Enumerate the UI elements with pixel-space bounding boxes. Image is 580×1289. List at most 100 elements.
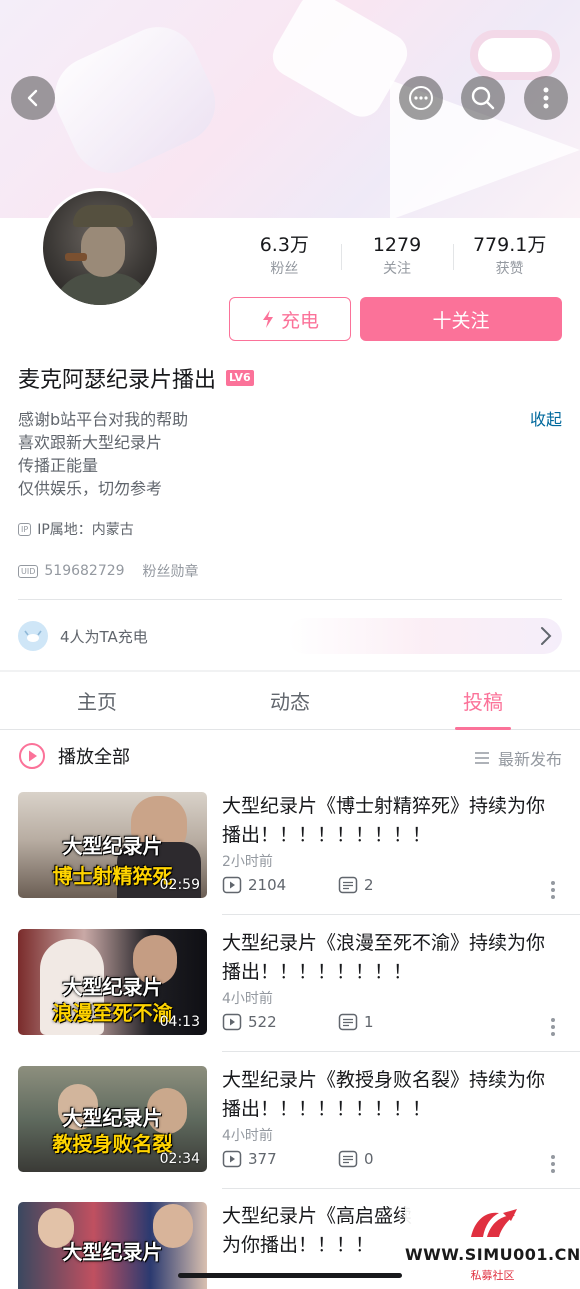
stat-following[interactable]: 1279 关注 [340,232,454,284]
uid-icon: UID [18,564,39,578]
thumbnail-title: 大型纪录片 [62,1240,163,1264]
fan-badge-link[interactable]: 粉丝勋章 [143,561,199,581]
uid-row: UID 519682729 粉丝勋章 [18,561,199,581]
charge-label: 充电 [280,309,319,332]
crab-icon [24,630,42,642]
stat-label: 粉丝 [270,261,299,277]
stat-label: 关注 [383,261,411,277]
video-title[interactable]: 大型纪录片《教授身败名裂》持续为你播出！！！！！！！！！ [222,1066,562,1124]
stat-likes[interactable]: 779.1万 获赞 [453,232,566,284]
comment-icon [338,1013,358,1031]
uid-value[interactable]: 519682729 [44,563,124,579]
bio-line: 喜欢跟新大型纪录片 [18,433,163,452]
video-thumbnail[interactable]: 大型纪录片 博士射精猝死 02:59 [18,792,207,898]
play-all-label: 播放全部 [58,747,130,768]
stat-fans[interactable]: 6.3万 粉丝 [228,232,341,284]
stat-label: 获赞 [495,261,524,277]
more-button[interactable] [524,76,568,120]
supporters-row[interactable]: 4人为TA充电 [18,618,562,654]
bio-line: 传播正能量 [18,456,99,475]
sort-label: 最新发布 [497,750,562,769]
play-circle-icon [19,743,45,769]
ip-icon: IP [18,522,32,536]
video-item[interactable]: 大型纪录片 教授身败名裂 02:34 大型纪录片《教授身败名裂》持续为你播出！！… [0,1066,580,1203]
video-time: 4小时前 [222,1128,273,1144]
profile-tabs: 主页 动态 投稿 [0,672,580,730]
comment-count: 1 [364,1013,374,1031]
divider [222,1051,580,1052]
view-count: 522 [248,1013,277,1031]
thumbnail-title: 大型纪录片 [62,834,163,858]
search-icon [471,86,495,110]
view-count: 2104 [248,876,287,894]
comment-count: 0 [364,1150,374,1168]
charge-button[interactable]: 充电 [229,297,351,341]
level-badge: LV6 [226,370,254,386]
banner-decoration [41,13,229,187]
video-time: 2小时前 [222,854,273,870]
video-title[interactable]: 大型纪录片《浪漫至死不渝》持续为你播出！！！！！！！！ [222,929,562,987]
ip-location: IP属地：内蒙古 [37,522,134,538]
chevron-left-icon [27,89,38,107]
video-thumbnail[interactable]: 大型纪录片 教授身败名裂 02:34 [18,1066,207,1172]
video-thumbnail[interactable]: 大型纪录片 浪漫至死不渝 04:13 [18,929,207,1035]
tab-dynamic[interactable]: 动态 [230,686,350,715]
divider [222,914,580,915]
search-button[interactable] [461,76,505,120]
sort-button[interactable]: 最新发布 [474,746,562,770]
more-vertical-icon [543,87,549,109]
comment-icon [338,1150,358,1168]
message-button[interactable] [399,76,443,120]
video-title[interactable]: 大型纪录片《高启盛续为你播出！！！！ [222,1202,412,1260]
ip-location-row: IP IP属地：内蒙古 [18,519,134,539]
stat-value: 6.3万 [259,234,309,256]
video-duration: 02:34 [159,1151,200,1167]
video-item[interactable]: 大型纪录片 浪漫至死不渝 04:13 大型纪录片《浪漫至死不渝》持续为你播出！！… [0,929,580,1066]
play-count-icon [222,876,242,894]
tab-home[interactable]: 主页 [37,686,157,715]
more-options-icon[interactable] [550,880,556,900]
comment-icon [338,876,358,894]
list-icon [474,752,489,764]
watermark-site: WWW.SIMU001.CN [405,1245,580,1264]
tab-uploads[interactable]: 投稿 [423,686,543,715]
simu-logo-icon [471,1209,517,1237]
home-indicator[interactable] [178,1273,402,1278]
video-time: 4小时前 [222,991,273,1007]
video-item[interactable]: 大型纪录片 博士射精猝死 02:59 大型纪录片《博士射精猝死》持续为你播出！！… [0,792,580,929]
video-duration: 04:13 [159,1014,200,1030]
video-title[interactable]: 大型纪录片《博士射精猝死》持续为你播出！！！！！！！！！ [222,792,562,850]
follow-label: 十关注 [432,309,490,332]
thumbnail-title: 大型纪录片 [62,1106,163,1130]
profile-stats: 6.3万 粉丝 1279 关注 779.1万 获赞 [228,232,566,284]
more-options-icon[interactable] [550,1017,556,1037]
more-options-icon[interactable] [550,1154,556,1174]
divider [222,1188,580,1189]
chat-bubble-icon [409,86,433,110]
play-count-icon [222,1013,242,1031]
divider [18,599,562,600]
username: 麦克阿瑟纪录片播出 [18,368,217,393]
active-tab-indicator [455,727,511,730]
avatar[interactable] [40,188,160,308]
video-stats: 2104 2 [222,876,374,894]
watermark-subtitle: 私募社区 [470,1269,515,1282]
follow-button[interactable]: 十关注 [360,297,562,341]
back-button[interactable] [11,76,55,120]
stat-value: 779.1万 [472,234,547,256]
bio: 感谢b站平台对我的帮助 喜欢跟新大型纪录片 传播正能量 仅供娱乐，切勿参考 [18,408,518,500]
comment-count: 2 [364,876,374,894]
supporter-avatar [18,621,48,651]
play-all-button[interactable]: 播放全部 [18,742,130,770]
stat-value: 1279 [372,234,422,256]
collapse-link[interactable]: 收起 [530,408,562,431]
video-stats: 522 1 [222,1013,374,1031]
name-row: 麦克阿瑟纪录片播出 LV6 [18,362,254,394]
lightning-icon [262,310,273,328]
video-stats: 377 0 [222,1150,374,1168]
view-count: 377 [248,1150,277,1168]
watermark: WWW.SIMU001.CN 私募社区 [405,1205,580,1285]
chevron-right-icon [541,627,552,645]
bio-line: 仅供娱乐，切勿参考 [18,479,163,498]
play-count-icon [222,1150,242,1168]
